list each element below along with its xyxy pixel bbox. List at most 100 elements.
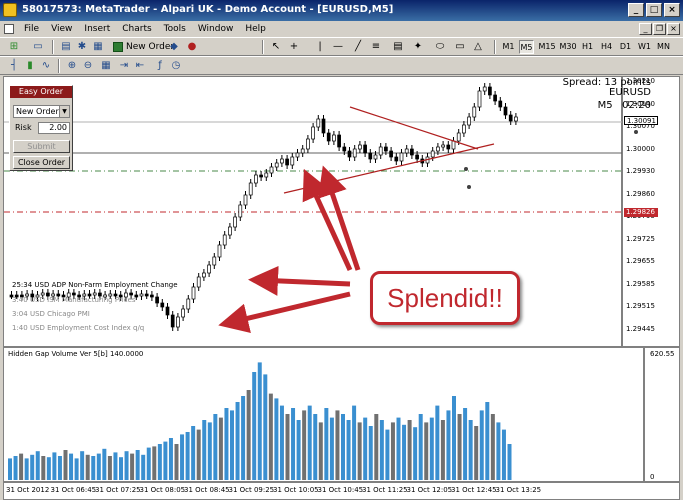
new-chart-icon[interactable]: ⊞: [6, 40, 22, 54]
candle: [202, 272, 206, 278]
triangle-icon[interactable]: △: [470, 40, 486, 54]
timeframe-d1[interactable]: D1: [618, 40, 633, 54]
tile-windows-icon[interactable]: ▦: [98, 59, 114, 73]
minimize-icon[interactable]: _: [628, 3, 644, 17]
menu-window[interactable]: Window: [192, 24, 240, 34]
menu-tools[interactable]: Tools: [158, 24, 192, 34]
candle: [321, 118, 326, 134]
fibonacci-icon[interactable]: ▤: [390, 40, 406, 54]
candle: [368, 152, 373, 160]
channel-icon[interactable]: ≡: [368, 40, 384, 54]
indicators-icon[interactable]: ƒ: [152, 59, 168, 73]
volume-bar: [496, 422, 501, 480]
candle: [316, 118, 321, 128]
terminal-icon[interactable]: ▦: [90, 40, 106, 54]
volume-bar: [446, 410, 451, 480]
window-controls: _ □ ×: [628, 3, 680, 17]
timeframe-m1[interactable]: M1: [501, 40, 516, 54]
chevron-down-icon: ▼: [59, 106, 69, 117]
volume-bar: [102, 448, 107, 480]
current-price-tag: 1.30091: [624, 116, 658, 125]
timeframe-m30[interactable]: M30: [559, 40, 577, 54]
volume-bar: [52, 452, 57, 480]
timeframe-m15[interactable]: M15: [538, 40, 556, 54]
volume-bar: [507, 444, 512, 480]
candlestick-icon[interactable]: ▮: [22, 59, 38, 73]
mdi-close-icon[interactable]: ×: [667, 23, 680, 35]
volume-bar: [152, 446, 157, 480]
chart-shift-icon[interactable]: ⇤: [132, 59, 148, 73]
candle: [451, 140, 456, 150]
text-tool-icon[interactable]: ✦: [410, 40, 426, 54]
volume-bar: [19, 453, 24, 480]
rectangle-icon[interactable]: ▭: [452, 40, 468, 54]
time-axis-label: 31 Oct 12:05: [406, 486, 453, 494]
timeframe-h4[interactable]: H4: [599, 40, 614, 54]
timeframe-m5[interactable]: M5: [519, 40, 534, 54]
candle: [144, 293, 149, 297]
easy-order-title: Easy Order: [10, 86, 72, 98]
title-bar: 58017573: MetaTrader - Alpari UK - Demo …: [0, 0, 683, 21]
close-icon[interactable]: ×: [664, 3, 680, 17]
ellipse-icon[interactable]: ⬭: [432, 40, 448, 54]
crosshair-icon[interactable]: +: [286, 40, 302, 54]
menu-charts[interactable]: Charts: [116, 24, 157, 34]
candle: [274, 162, 279, 168]
close-order-button[interactable]: Close Order: [13, 156, 70, 169]
vertical-line-icon[interactable]: |: [312, 40, 328, 54]
timeframe-h1[interactable]: H1: [580, 40, 595, 54]
mdi-restore-icon[interactable]: ❐: [653, 23, 666, 35]
autoscroll-icon[interactable]: ⇥: [116, 59, 132, 73]
mdi-minimize-icon[interactable]: _: [639, 23, 652, 35]
zoom-in-icon[interactable]: ⊕: [64, 59, 80, 73]
candle: [337, 134, 341, 148]
volume-indicator-pane[interactable]: Hidden Gap Volume Ver 5[b] 140.0000 620.…: [3, 347, 680, 482]
candle: [482, 86, 487, 92]
trendline-icon[interactable]: ╱: [350, 40, 366, 54]
volume-bar: [452, 396, 456, 480]
expert-advisors-icon[interactable]: ●: [184, 40, 200, 54]
time-axis-label: 31 Oct 12:45: [451, 486, 497, 494]
volume-bar: [429, 417, 434, 480]
volume-bar: [63, 450, 68, 480]
metaeditor-icon[interactable]: ◆: [166, 40, 182, 54]
chart-doc-icon: [4, 24, 14, 34]
volume-bar: [413, 427, 418, 480]
timeframe-w1[interactable]: W1: [637, 40, 652, 54]
volume-bar: [374, 414, 379, 480]
price-chart[interactable]: Spread: 13 points EURUSD M5 02:20 1.3021…: [3, 76, 680, 347]
volume-bar: [130, 453, 135, 480]
order-type-select[interactable]: New Order ▼: [13, 105, 70, 118]
line-chart-icon[interactable]: ∿: [38, 59, 54, 73]
volume-bar: [96, 453, 101, 480]
toolbar-separator: [494, 40, 496, 54]
new-order-icon: [113, 42, 123, 52]
timeframe-mn[interactable]: MN: [656, 40, 671, 54]
profiles-icon[interactable]: ▭: [30, 40, 46, 54]
market-watch-icon[interactable]: ▤: [58, 40, 74, 54]
zoom-out-icon[interactable]: ⊖: [80, 59, 96, 73]
risk-label: Risk: [15, 123, 32, 132]
bar-chart-icon[interactable]: ┤: [6, 59, 22, 73]
volume-bar: [279, 405, 284, 480]
submit-button[interactable]: Submit: [13, 140, 70, 153]
horizontal-line-icon[interactable]: —: [330, 40, 346, 54]
cursor-icon[interactable]: ↖: [268, 40, 284, 54]
maximize-icon[interactable]: □: [646, 3, 662, 17]
periods-icon[interactable]: ◷: [168, 59, 184, 73]
risk-input[interactable]: 2.00: [38, 122, 70, 134]
candle: [404, 148, 409, 154]
menu-insert[interactable]: Insert: [78, 24, 116, 34]
navigator-icon[interactable]: ✱: [74, 40, 90, 54]
volume-bar: [135, 450, 140, 480]
menu-file[interactable]: File: [18, 24, 45, 34]
menu-help[interactable]: Help: [239, 24, 272, 34]
volume-bar: [157, 444, 162, 480]
candle: [139, 293, 144, 297]
candle: [332, 134, 336, 142]
volume-bar: [174, 444, 179, 480]
time-axis-label: 31 Oct 08:05: [139, 486, 186, 494]
volume-bar: [468, 420, 473, 480]
menu-view[interactable]: View: [45, 24, 78, 34]
volume-bar: [252, 372, 257, 480]
